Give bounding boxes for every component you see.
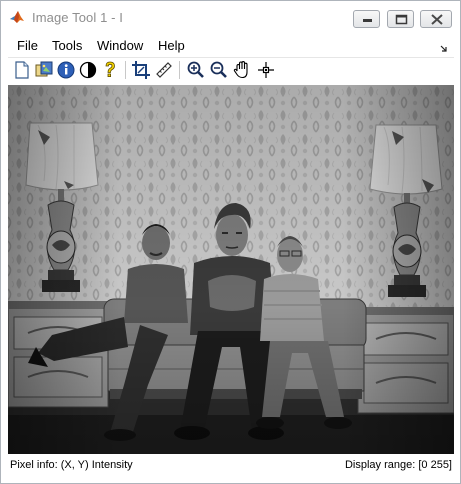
image-display[interactable] <box>8 85 454 454</box>
close-button[interactable] <box>420 10 452 28</box>
image-tool-window: Image Tool 1 - I File Tools Window Help <box>0 0 461 484</box>
maximize-button[interactable] <box>387 10 414 28</box>
menu-help[interactable]: Help <box>158 38 185 53</box>
toolbar-separator <box>125 61 126 79</box>
dock-arrow-icon[interactable] <box>440 40 448 58</box>
measure-distance-icon[interactable] <box>154 60 174 80</box>
new-figure-icon[interactable] <box>12 60 32 80</box>
window-title: Image Tool 1 - I <box>32 10 123 25</box>
help-icon[interactable] <box>100 60 120 80</box>
photo-image <box>8 85 454 454</box>
close-icon <box>431 14 443 25</box>
zoom-out-icon[interactable] <box>209 60 229 80</box>
minimize-button[interactable] <box>353 10 380 28</box>
matlab-logo-icon <box>9 9 25 25</box>
toolbar <box>8 58 454 83</box>
menu-file[interactable]: File <box>17 38 38 53</box>
pan-icon[interactable] <box>232 60 252 80</box>
adjust-contrast-icon[interactable] <box>78 60 98 80</box>
display-range-label: Display range: [0 255] <box>344 459 452 471</box>
menu-window[interactable]: Window <box>97 38 143 53</box>
pixel-region-icon[interactable] <box>256 60 276 80</box>
menu-bar: File Tools Window Help <box>8 34 454 58</box>
pixel-info-label: Pixel info: (X, Y) Intensity <box>10 459 133 471</box>
title-bar[interactable]: Image Tool 1 - I <box>1 1 460 32</box>
crop-icon[interactable] <box>131 60 151 80</box>
minimize-icon <box>363 19 372 22</box>
menu-tools[interactable]: Tools <box>52 38 82 53</box>
maximize-icon <box>395 14 408 25</box>
image-info-icon[interactable] <box>56 60 76 80</box>
export-image-icon[interactable] <box>34 60 54 80</box>
toolbar-separator <box>179 61 180 79</box>
status-bar: Pixel info: (X, Y) Intensity Display ran… <box>8 456 454 476</box>
zoom-in-icon[interactable] <box>186 60 206 80</box>
